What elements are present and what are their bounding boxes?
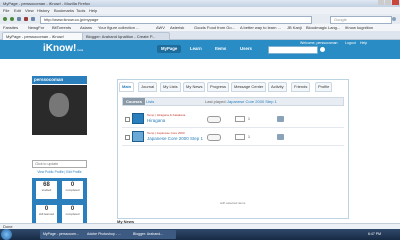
bookmark-item[interactable]: Asians [80,25,92,30]
help-link[interactable]: Help [360,41,367,45]
menu-file[interactable]: File [3,8,9,13]
reload-icon[interactable] [17,17,21,21]
course-row: Temp | Japanese Core 2000 Japanese Core … [122,130,344,146]
stat-lists-completed: 0 completed [62,205,83,223]
game-icon[interactable] [277,134,284,140]
tab-progress[interactable]: Progress [207,82,230,92]
nav-items[interactable]: Items [215,45,226,53]
stat-items-learned: 0 still learned [36,205,57,223]
course-tag[interactable]: Temp | Hiragana & Katakana [147,113,185,117]
stat-words-completed: 0 completed [62,181,83,199]
address-bar[interactable]: http://www.iknow.co.jp/mypage [40,16,312,24]
bookmark-item[interactable]: NewgFor [28,25,44,30]
menu-view[interactable]: View [25,8,34,13]
menu-edit[interactable]: Edit [14,8,21,13]
lists-tab[interactable]: Lists [146,98,154,105]
my-news-heading: My News [117,219,135,224]
tab-my-lists[interactable]: My Lists [160,82,181,92]
maximize-button[interactable] [385,0,391,5]
bookmark-item[interactable]: AWV [156,25,165,30]
course-tag[interactable]: Temp | Japanese Core 2000 [147,131,185,135]
study-button[interactable] [207,116,221,123]
browser-tabs: MyPage - perssocoman - iKnow! Blogger: A… [0,31,400,40]
nav-mypage[interactable]: MyPage [157,45,182,53]
forward-icon[interactable] [10,17,14,21]
bookmark-item[interactable]: Bloodmagic Lang... [306,25,340,30]
window-title: MyPage - perssocoman - iKnow! - Mozilla … [3,1,91,6]
tab-message-center[interactable]: Message Center [231,82,267,92]
taskbar-item[interactable]: Blogger: Arahand... [130,230,176,239]
game-icon[interactable] [277,116,284,122]
taskbar-item[interactable]: MyPage - perssocom... [40,230,86,239]
taskbar-item[interactable]: Adobe Photoshop - ... [84,230,132,239]
course-progress-box [235,134,245,140]
stats-panel: 68 studied 0 completed [32,178,87,202]
course-title[interactable]: Hiragana [147,118,165,123]
window-titlebar: MyPage - perssocoman - iKnow! - Mozilla … [0,0,400,7]
logout-link[interactable]: Logout [345,41,356,45]
course-checkbox[interactable] [125,135,130,140]
search-placeholder: Google [334,17,347,22]
bookmark-item[interactable]: JB Kanji [287,25,302,30]
bookmark-item[interactable]: Fansites [3,25,18,30]
taskbar-clock: 6:47 PM [368,232,382,236]
bookmark-item[interactable]: iKnow kugnition [345,25,373,30]
bookmark-item[interactable]: BitTorrents [52,25,71,30]
course-checkbox[interactable] [125,117,130,122]
menu-history[interactable]: History [37,8,49,13]
minimize-button[interactable] [378,0,384,5]
nav-users[interactable]: Users [240,45,252,53]
menu-bookmarks[interactable]: Bookmarks [54,8,74,13]
search-field[interactable]: Google [330,16,392,24]
site-search-input[interactable] [268,46,318,54]
back-icon[interactable] [3,17,7,21]
browser-tab-label: Blogger: Arahand Iqnaltion - Create P... [86,34,156,39]
site-logo[interactable]: iKnow!beta [43,44,83,55]
course-progress-box [235,116,245,122]
last-played-link[interactable]: Japanese Core 2000 Step 1 [227,98,277,105]
courses-tab[interactable]: Courses [123,98,146,105]
close-button[interactable] [392,0,399,5]
search-icon[interactable] [320,47,325,52]
course-thumbnail[interactable] [132,131,144,142]
course-thumbnail[interactable] [132,113,144,124]
bookmark-item[interactable]: Your figure collection ... [98,25,139,30]
address-url: http://www.iknow.co.jp/mypage [44,17,99,22]
welcome-text: Welcome, perssocoman [300,41,338,45]
menu-tools[interactable]: Tools [76,8,85,13]
browser-tab-label: MyPage - perssocoman - iKnow! [6,34,64,39]
bookmark-item[interactable]: Goods Food from Go... [194,25,235,30]
tab-profile[interactable]: Profile [315,82,333,92]
tab-friends[interactable]: Friends [291,82,311,92]
selected-items-label: with selected items [220,201,246,205]
browser-tab[interactable]: Blogger: Arahand Iqnaltion - Create P... [82,32,170,40]
course-count: 1 [248,135,250,139]
bookmark-item[interactable]: Asterisk [170,25,184,30]
avatar[interactable] [32,85,87,135]
search-icon[interactable] [392,17,396,21]
bookmark-item[interactable]: A better way to learn ... [240,25,281,30]
study-button[interactable] [207,134,221,141]
tab-my-news[interactable]: My News [183,82,206,92]
tab-journal[interactable]: Journal [138,82,158,92]
stat-items-studied: 68 studied [36,181,57,199]
stop-icon[interactable] [24,17,28,21]
tab-activity[interactable]: Activity [268,82,287,92]
last-played-label: Last played: [205,99,227,104]
profile-links[interactable]: View Public Profile | Edit Profile [32,170,87,174]
browser-tab[interactable]: MyPage - perssocoman - iKnow! [2,32,85,40]
menu-help[interactable]: Help [89,8,97,13]
course-row: Temp | Hiragana & Katakana Hiragana 1 [122,112,344,128]
status-update-input[interactable]: Click to update [32,160,87,168]
start-button[interactable] [1,229,12,240]
course-title[interactable]: Japanese Core 2000 Step 1 [147,136,203,141]
avatar-face [49,93,69,117]
home-icon[interactable] [31,17,35,21]
course-count: 1 [248,117,250,121]
profile-username: perssocoman [32,76,87,84]
tab-main[interactable]: Main [119,82,135,92]
nav-learn[interactable]: Learn [190,45,202,53]
menu-bar: File Edit View History Bookmarks Tools H… [0,7,400,14]
